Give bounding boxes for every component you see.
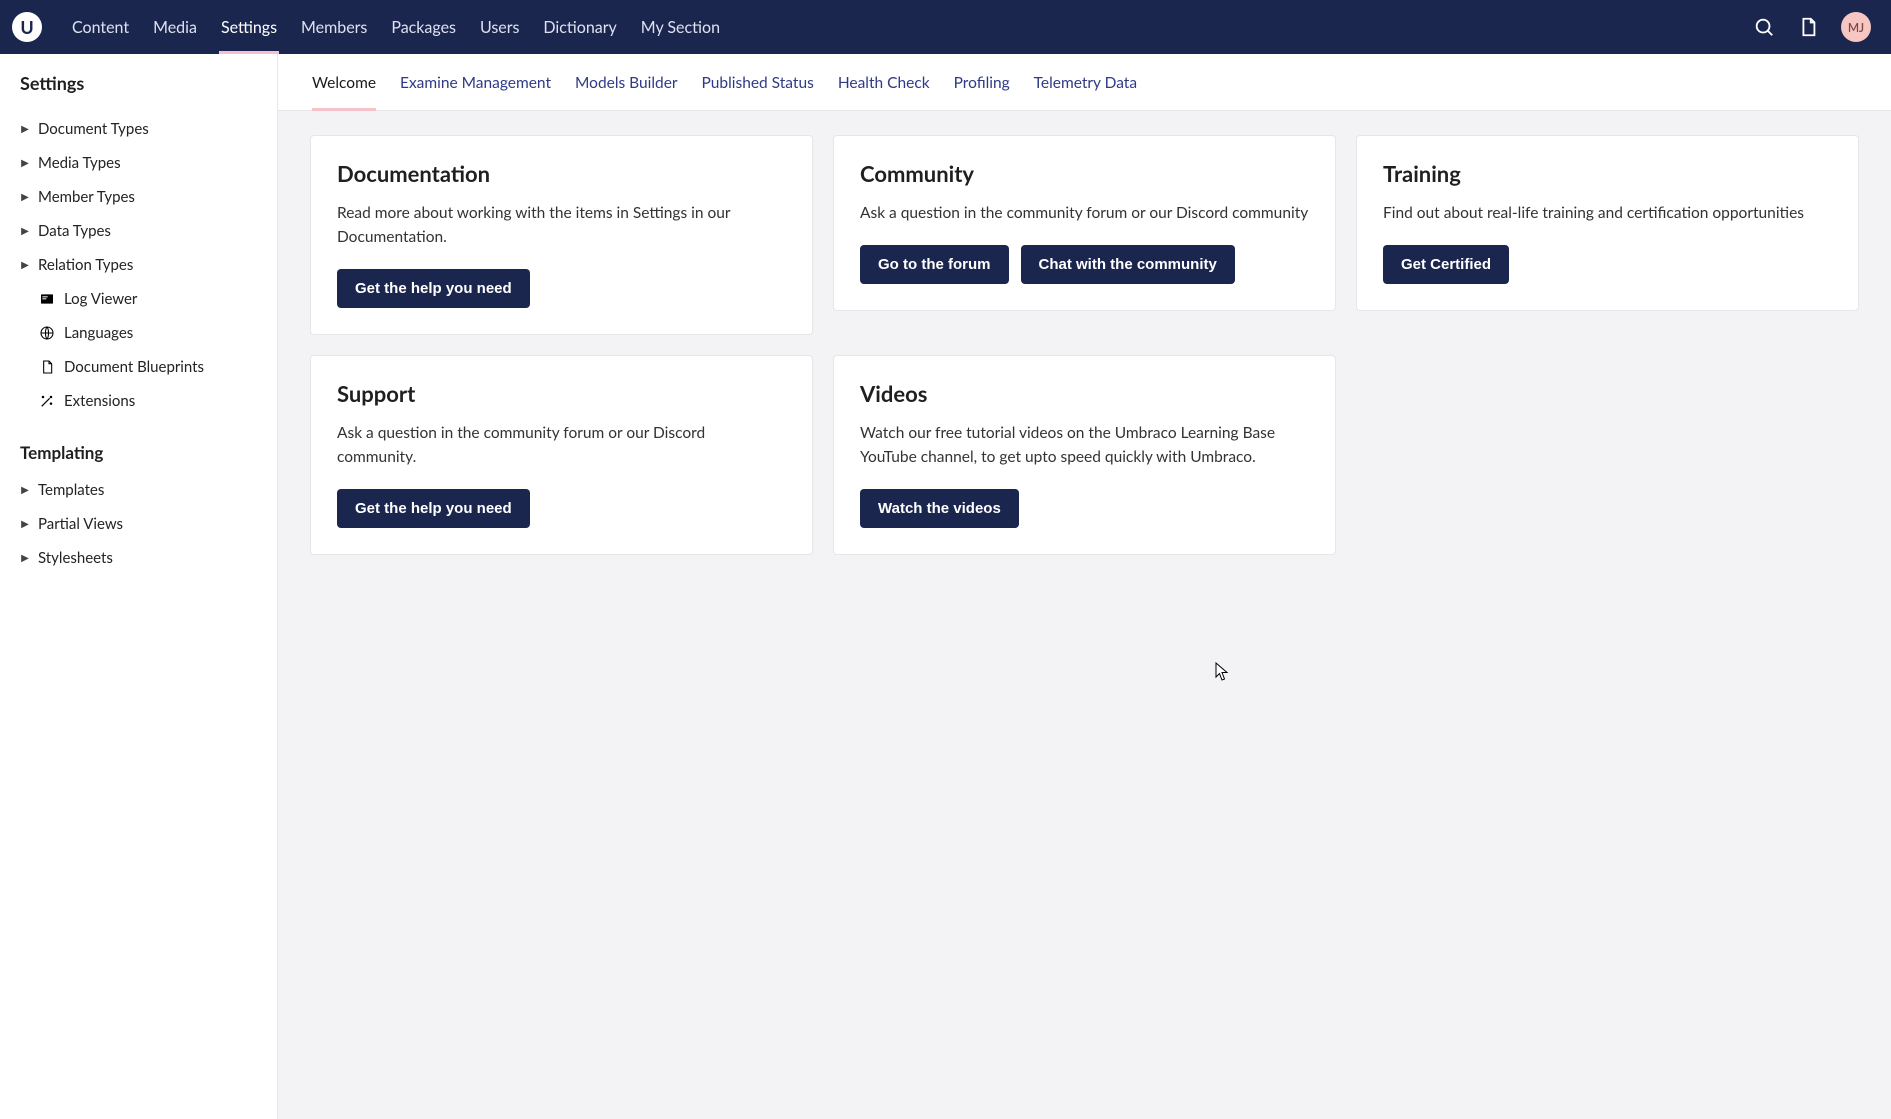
card-support: Support Ask a question in the community f… bbox=[310, 355, 813, 555]
nav-packages[interactable]: Packages bbox=[379, 0, 468, 54]
user-initials: MJ bbox=[1848, 20, 1864, 35]
tree-partial-views[interactable]: ▶ Partial Views bbox=[8, 507, 269, 541]
sidebar-section-label: Templating bbox=[0, 418, 277, 473]
card-button-row: Go to the forum Chat with the community bbox=[860, 245, 1309, 284]
doc-icon bbox=[38, 359, 56, 375]
tabs: Welcome Examine Management Models Builder P… bbox=[278, 54, 1891, 111]
caret-right-icon: ▶ bbox=[20, 157, 30, 169]
tree-log-viewer[interactable]: Log Viewer bbox=[8, 282, 269, 316]
tree-relation-types[interactable]: ▶ Relation Types bbox=[8, 248, 269, 282]
tree-item-label: Member Types bbox=[38, 188, 135, 206]
spacer bbox=[732, 0, 1753, 54]
tree-item-label: Partial Views bbox=[38, 515, 123, 533]
tree-item-label: Languages bbox=[64, 324, 133, 342]
sidebar-title: Settings bbox=[0, 72, 277, 94]
shell: Settings ▶ Document Types ▶ Media Types ▶ Mem… bbox=[0, 54, 1891, 1119]
tab-examine-management[interactable]: Examine Management bbox=[400, 54, 551, 110]
app-logo[interactable]: U bbox=[12, 12, 42, 42]
tree-document-blueprints[interactable]: Document Blueprints bbox=[8, 350, 269, 384]
nav-dictionary[interactable]: Dictionary bbox=[531, 0, 628, 54]
user-avatar[interactable]: MJ bbox=[1841, 12, 1871, 42]
nav-my-section[interactable]: My Section bbox=[629, 0, 732, 54]
card-title: Documentation bbox=[337, 160, 786, 187]
wand-icon bbox=[38, 393, 56, 409]
training-certified-button[interactable]: Get Certified bbox=[1383, 245, 1509, 284]
support-help-button[interactable]: Get the help you need bbox=[337, 489, 530, 528]
card-body: Watch our free tutorial videos on the Um… bbox=[860, 421, 1309, 469]
card-button-row: Get the help you need bbox=[337, 269, 786, 308]
caret-right-icon: ▶ bbox=[20, 518, 30, 530]
sidebar-tree: ▶ Document Types ▶ Media Types ▶ Member Types… bbox=[0, 112, 277, 418]
tree-item-label: Data Types bbox=[38, 222, 111, 240]
app-logo-letter: U bbox=[20, 16, 33, 38]
topbar-actions: MJ bbox=[1753, 0, 1871, 54]
community-forum-button[interactable]: Go to the forum bbox=[860, 245, 1009, 284]
card-documentation: Documentation Read more about working wit… bbox=[310, 135, 813, 335]
tree-member-types[interactable]: ▶ Member Types bbox=[8, 180, 269, 214]
main-nav: ContentMediaSettingsMembersPackagesUsers… bbox=[60, 0, 732, 54]
nav-content[interactable]: Content bbox=[60, 0, 141, 54]
log-icon bbox=[38, 291, 56, 307]
tree-extensions[interactable]: Extensions bbox=[8, 384, 269, 418]
search-icon[interactable] bbox=[1753, 16, 1775, 38]
tree-languages[interactable]: Languages bbox=[8, 316, 269, 350]
tree-item-label: Stylesheets bbox=[38, 549, 113, 567]
card-button-row: Get Certified bbox=[1383, 245, 1832, 284]
tree-item-label: Relation Types bbox=[38, 256, 133, 274]
card-community: Community Ask a question in the community… bbox=[833, 135, 1336, 311]
card-body: Ask a question in the community forum or… bbox=[860, 201, 1309, 225]
card-title: Training bbox=[1383, 160, 1832, 187]
caret-right-icon: ▶ bbox=[20, 191, 30, 203]
tree-document-types[interactable]: ▶ Document Types bbox=[8, 112, 269, 146]
card-title: Community bbox=[860, 160, 1309, 187]
card-body: Ask a question in the community forum or… bbox=[337, 421, 786, 469]
tree-templates[interactable]: ▶ Templates bbox=[8, 473, 269, 507]
videos-watch-button[interactable]: Watch the videos bbox=[860, 489, 1019, 528]
tree-item-label: Media Types bbox=[38, 154, 121, 172]
card-videos: Videos Watch our free tutorial videos on … bbox=[833, 355, 1336, 555]
sidebar: Settings ▶ Document Types ▶ Media Types ▶ Mem… bbox=[0, 54, 278, 1119]
nav-users[interactable]: Users bbox=[468, 0, 531, 54]
tab-telemetry-data[interactable]: Telemetry Data bbox=[1034, 54, 1137, 110]
tab-welcome[interactable]: Welcome bbox=[312, 54, 376, 110]
tree-item-label: Extensions bbox=[64, 392, 135, 410]
tree-item-label: Templates bbox=[38, 481, 104, 499]
card-title: Support bbox=[337, 380, 786, 407]
caret-right-icon: ▶ bbox=[20, 123, 30, 135]
tab-health-check[interactable]: Health Check bbox=[838, 54, 930, 110]
card-title: Videos bbox=[860, 380, 1309, 407]
caret-right-icon: ▶ bbox=[20, 225, 30, 237]
community-chat-button[interactable]: Chat with the community bbox=[1021, 245, 1235, 284]
document-icon[interactable] bbox=[1797, 16, 1819, 38]
sidebar-tree: ▶ Templates ▶ Partial Views ▶ Stylesheets bbox=[0, 473, 277, 575]
card-body: Read more about working with the items i… bbox=[337, 201, 786, 249]
tree-item-label: Document Blueprints bbox=[64, 358, 204, 376]
card-button-row: Get the help you need bbox=[337, 489, 786, 528]
nav-members[interactable]: Members bbox=[289, 0, 379, 54]
globe-icon bbox=[38, 325, 56, 341]
card-button-row: Watch the videos bbox=[860, 489, 1309, 528]
card-training: Training Find out about real-life trainin… bbox=[1356, 135, 1859, 311]
tree-media-types[interactable]: ▶ Media Types bbox=[8, 146, 269, 180]
tab-published-status[interactable]: Published Status bbox=[702, 54, 814, 110]
caret-right-icon: ▶ bbox=[20, 259, 30, 271]
caret-right-icon: ▶ bbox=[20, 552, 30, 564]
cards-grid: Documentation Read more about working wit… bbox=[278, 111, 1891, 579]
nav-media[interactable]: Media bbox=[141, 0, 209, 54]
tab-models-builder[interactable]: Models Builder bbox=[575, 54, 678, 110]
tree-data-types[interactable]: ▶ Data Types bbox=[8, 214, 269, 248]
tree-stylesheets[interactable]: ▶ Stylesheets bbox=[8, 541, 269, 575]
card-body: Find out about real-life training and ce… bbox=[1383, 201, 1832, 225]
topbar: U ContentMediaSettingsMembersPackagesUse… bbox=[0, 0, 1891, 54]
tree-item-label: Document Types bbox=[38, 120, 149, 138]
main: Welcome Examine Management Models Builder P… bbox=[278, 54, 1891, 1119]
documentation-help-button[interactable]: Get the help you need bbox=[337, 269, 530, 308]
tab-profiling[interactable]: Profiling bbox=[954, 54, 1010, 110]
nav-settings[interactable]: Settings bbox=[209, 0, 289, 54]
tree-item-label: Log Viewer bbox=[64, 290, 137, 308]
caret-right-icon: ▶ bbox=[20, 484, 30, 496]
